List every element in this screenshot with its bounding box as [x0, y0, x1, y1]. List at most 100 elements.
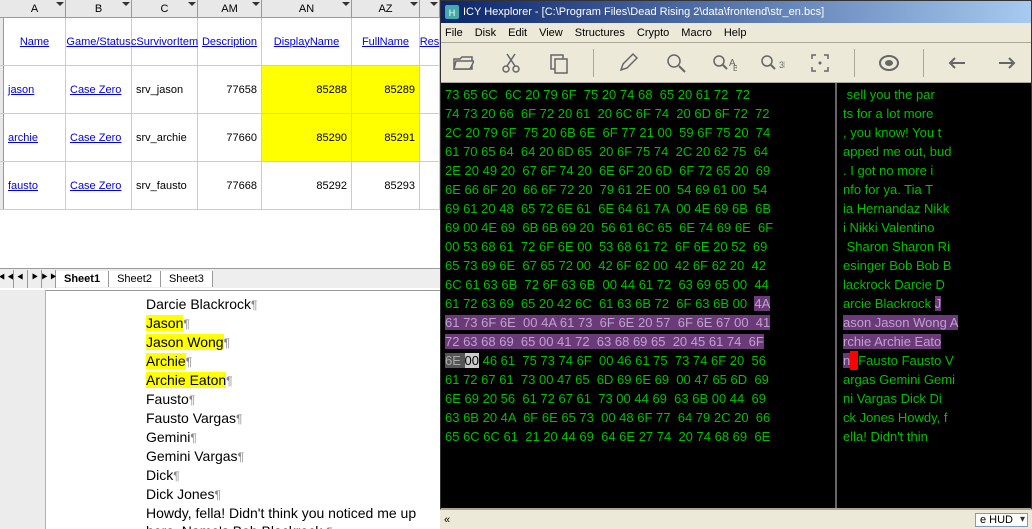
col-header-C[interactable]: C — [132, 0, 198, 17]
hud-dropdown[interactable]: e HUD — [975, 513, 1028, 527]
hex-byte-row[interactable]: 61 73 6F 6E 00 4A 61 73 6F 6E 20 57 6F 6… — [445, 313, 831, 332]
toolbar[interactable]: AB 3E — [441, 43, 1031, 83]
hex-ascii-row[interactable]: ni Vargas Dick Di — [843, 389, 1025, 408]
col-header-partial[interactable] — [420, 0, 440, 17]
hex-byte-row[interactable]: 2C 20 79 6F 75 20 6B 6E 6F 77 21 00 59 6… — [445, 123, 831, 142]
hex-byte-row[interactable]: 65 73 69 6E 67 65 72 00 42 6F 62 00 42 6… — [445, 256, 831, 275]
prev-icon[interactable] — [944, 49, 972, 77]
hex-ascii-row[interactable]: sell you the par — [843, 85, 1025, 104]
hdr-csurv[interactable]: cSurvivorItem — [132, 18, 198, 65]
hdr-display[interactable]: DisplayName — [262, 18, 352, 65]
hex-titlebar[interactable]: H ICY Hexplorer - [C:\Program Files\Dead… — [441, 1, 1031, 23]
cell-full[interactable]: 85293 — [352, 162, 420, 209]
hex-byte-row[interactable]: 6C 61 63 6B 72 6F 63 6B 00 44 61 72 63 6… — [445, 275, 831, 294]
doc-line[interactable]: Dick¶ — [146, 466, 434, 485]
menu-file[interactable]: File — [445, 27, 463, 39]
cut-icon[interactable] — [497, 49, 525, 77]
hex-byte-row[interactable]: 69 61 20 48 65 72 6E 61 6E 64 61 7A 00 4… — [445, 199, 831, 218]
cell-display[interactable]: 85288 — [262, 66, 352, 113]
menu-help[interactable]: Help — [724, 27, 747, 39]
hex-byte-row[interactable]: 6E 66 6F 20 66 6F 72 20 79 61 2E 00 54 6… — [445, 180, 831, 199]
cell-partial[interactable] — [420, 114, 440, 161]
cell-desc[interactable]: 77658 — [198, 66, 262, 113]
open-icon[interactable] — [449, 49, 477, 77]
menu-view[interactable]: View — [539, 27, 563, 39]
hdr-partial[interactable]: Res — [420, 18, 440, 65]
hex-byte-row[interactable]: 00 53 68 61 72 6F 6E 00 53 68 61 72 6F 6… — [445, 237, 831, 256]
doc-content[interactable]: Darcie Blackrock¶Jason¶Jason Wong¶Archie… — [46, 290, 440, 529]
hex-byte-row[interactable]: 61 72 63 69 65 20 42 6C 61 63 6B 72 6F 6… — [445, 294, 831, 313]
search-icon[interactable] — [662, 49, 690, 77]
toggle-icon[interactable] — [875, 49, 903, 77]
cell-name[interactable]: fausto — [4, 162, 66, 209]
table-row[interactable]: jason Case Zero srv_jason 77658 85288 85… — [0, 66, 440, 114]
hex-byte-row[interactable]: 61 72 67 61 73 00 47 65 6D 69 6E 69 00 4… — [445, 370, 831, 389]
hex-ascii-row[interactable]: lackrock Darcie D — [843, 275, 1025, 294]
menu-edit[interactable]: Edit — [508, 27, 527, 39]
cell-csurv[interactable]: srv_archie — [132, 114, 198, 161]
hex-ascii-row[interactable]: ts for a lot more — [843, 104, 1025, 123]
hex-byte-row[interactable]: 72 63 68 69 65 00 41 72 63 68 69 65 20 4… — [445, 332, 831, 351]
hex-ascii-row[interactable]: argas Gemini Gemi — [843, 370, 1025, 389]
cell-partial[interactable] — [420, 162, 440, 209]
doc-line[interactable]: Fausto Vargas¶ — [146, 409, 434, 428]
hdr-game-status[interactable]: Game/Status — [66, 18, 132, 65]
cell-desc[interactable]: 77668 — [198, 162, 262, 209]
hex-ascii-row[interactable]: . I got no more i — [843, 161, 1025, 180]
hex-ascii-row[interactable]: apped me out, bud — [843, 142, 1025, 161]
doc-line[interactable]: Archie Eaton¶ — [146, 371, 434, 390]
hdr-full[interactable]: FullName — [352, 18, 420, 65]
cell-display[interactable]: 85292 — [262, 162, 352, 209]
hdr-desc[interactable]: Description — [198, 18, 262, 65]
tab-nav-prev[interactable]: ⯇ — [14, 270, 28, 288]
hex-body[interactable]: 73 65 6C 6C 20 79 6F 75 20 74 68 65 20 6… — [441, 83, 1031, 508]
menu-disk[interactable]: Disk — [475, 27, 496, 39]
doc-line[interactable]: Fausto¶ — [146, 390, 434, 409]
col-header-AN[interactable]: AN — [262, 0, 352, 17]
col-header-AZ[interactable]: AZ — [352, 0, 420, 17]
hex-byte-row[interactable]: 65 6C 6C 61 21 20 44 69 64 6E 27 74 20 7… — [445, 427, 831, 446]
sheet-tab[interactable]: Sheet1 — [56, 271, 109, 287]
cell-game[interactable]: Case Zero — [66, 114, 132, 161]
doc-line[interactable]: Gemini¶ — [146, 428, 434, 447]
doc-line[interactable]: Jason Wong¶ — [146, 333, 434, 352]
hex-byte-row[interactable]: 69 00 4E 69 6B 6B 69 20 56 61 6C 65 6E 7… — [445, 218, 831, 237]
hex-byte-row[interactable]: 74 73 20 66 6F 72 20 61 20 6C 6F 74 20 6… — [445, 104, 831, 123]
menu-structures[interactable]: Structures — [575, 27, 625, 39]
hex-byte-row[interactable]: 63 6B 20 4A 6F 6E 65 73 00 48 6F 77 64 7… — [445, 408, 831, 427]
cell-csurv[interactable]: srv_fausto — [132, 162, 198, 209]
menu-crypto[interactable]: Crypto — [637, 27, 669, 39]
cell-full[interactable]: 85291 — [352, 114, 420, 161]
sheet-tab[interactable]: Sheet3 — [161, 271, 213, 287]
hex-byte-row[interactable]: 2E 20 49 20 67 6F 74 20 6E 6F 20 6D 6F 7… — [445, 161, 831, 180]
hex-ascii-row[interactable]: rchie Archie Eato — [843, 332, 1025, 351]
search-text-icon[interactable]: AB — [710, 49, 738, 77]
hex-ascii-row[interactable]: , you know! You t — [843, 123, 1025, 142]
tab-nav-first[interactable]: ⯇⯇ — [0, 270, 14, 288]
hex-ascii-row[interactable]: arcie Blackrock J — [843, 294, 1025, 313]
hex-ascii-row[interactable]: ck Jones Howdy, f — [843, 408, 1025, 427]
tab-nav-last[interactable]: ⯈⯈ — [42, 270, 56, 288]
cell-game[interactable]: Case Zero — [66, 162, 132, 209]
menu-bar[interactable]: File Disk Edit View Structures Crypto Macro Hel… — [441, 23, 1031, 43]
menu-macro[interactable]: Macro — [681, 27, 712, 39]
col-header-B[interactable]: B — [66, 0, 132, 17]
cell-partial[interactable] — [420, 66, 440, 113]
hex-ascii-row[interactable]: Sharon Sharon Ri — [843, 237, 1025, 256]
col-header-A[interactable]: A — [4, 0, 66, 17]
doc-line[interactable]: Dick Jones¶ — [146, 485, 434, 504]
doc-line[interactable]: Jason¶ — [146, 314, 434, 333]
hex-ascii-row[interactable]: esinger Bob Bob B — [843, 256, 1025, 275]
hex-ascii-row[interactable]: nfo for ya. Tia T — [843, 180, 1025, 199]
next-icon[interactable] — [992, 49, 1020, 77]
cell-name[interactable]: jason — [4, 66, 66, 113]
hex-byte-row[interactable]: 6E 00 46 61 75 73 74 6F 00 46 61 75 73 7… — [445, 351, 831, 370]
copy-icon[interactable] — [545, 49, 573, 77]
hex-byte-row[interactable]: 61 70 65 64 64 20 6D 65 20 6F 75 74 2C 2… — [445, 142, 831, 161]
hex-byte-row[interactable]: 6E 69 20 56 61 72 67 61 73 00 44 69 63 6… — [445, 389, 831, 408]
doc-line[interactable]: Archie¶ — [146, 352, 434, 371]
hex-ascii-column[interactable]: sell you the parts for a lot more, you k… — [835, 83, 1031, 508]
col-header-AM[interactable]: AM — [198, 0, 262, 17]
hex-ascii-row[interactable]: ason Jason Wong A — [843, 313, 1025, 332]
hex-ascii-row[interactable]: n Fausto Fausto V — [843, 351, 1025, 370]
